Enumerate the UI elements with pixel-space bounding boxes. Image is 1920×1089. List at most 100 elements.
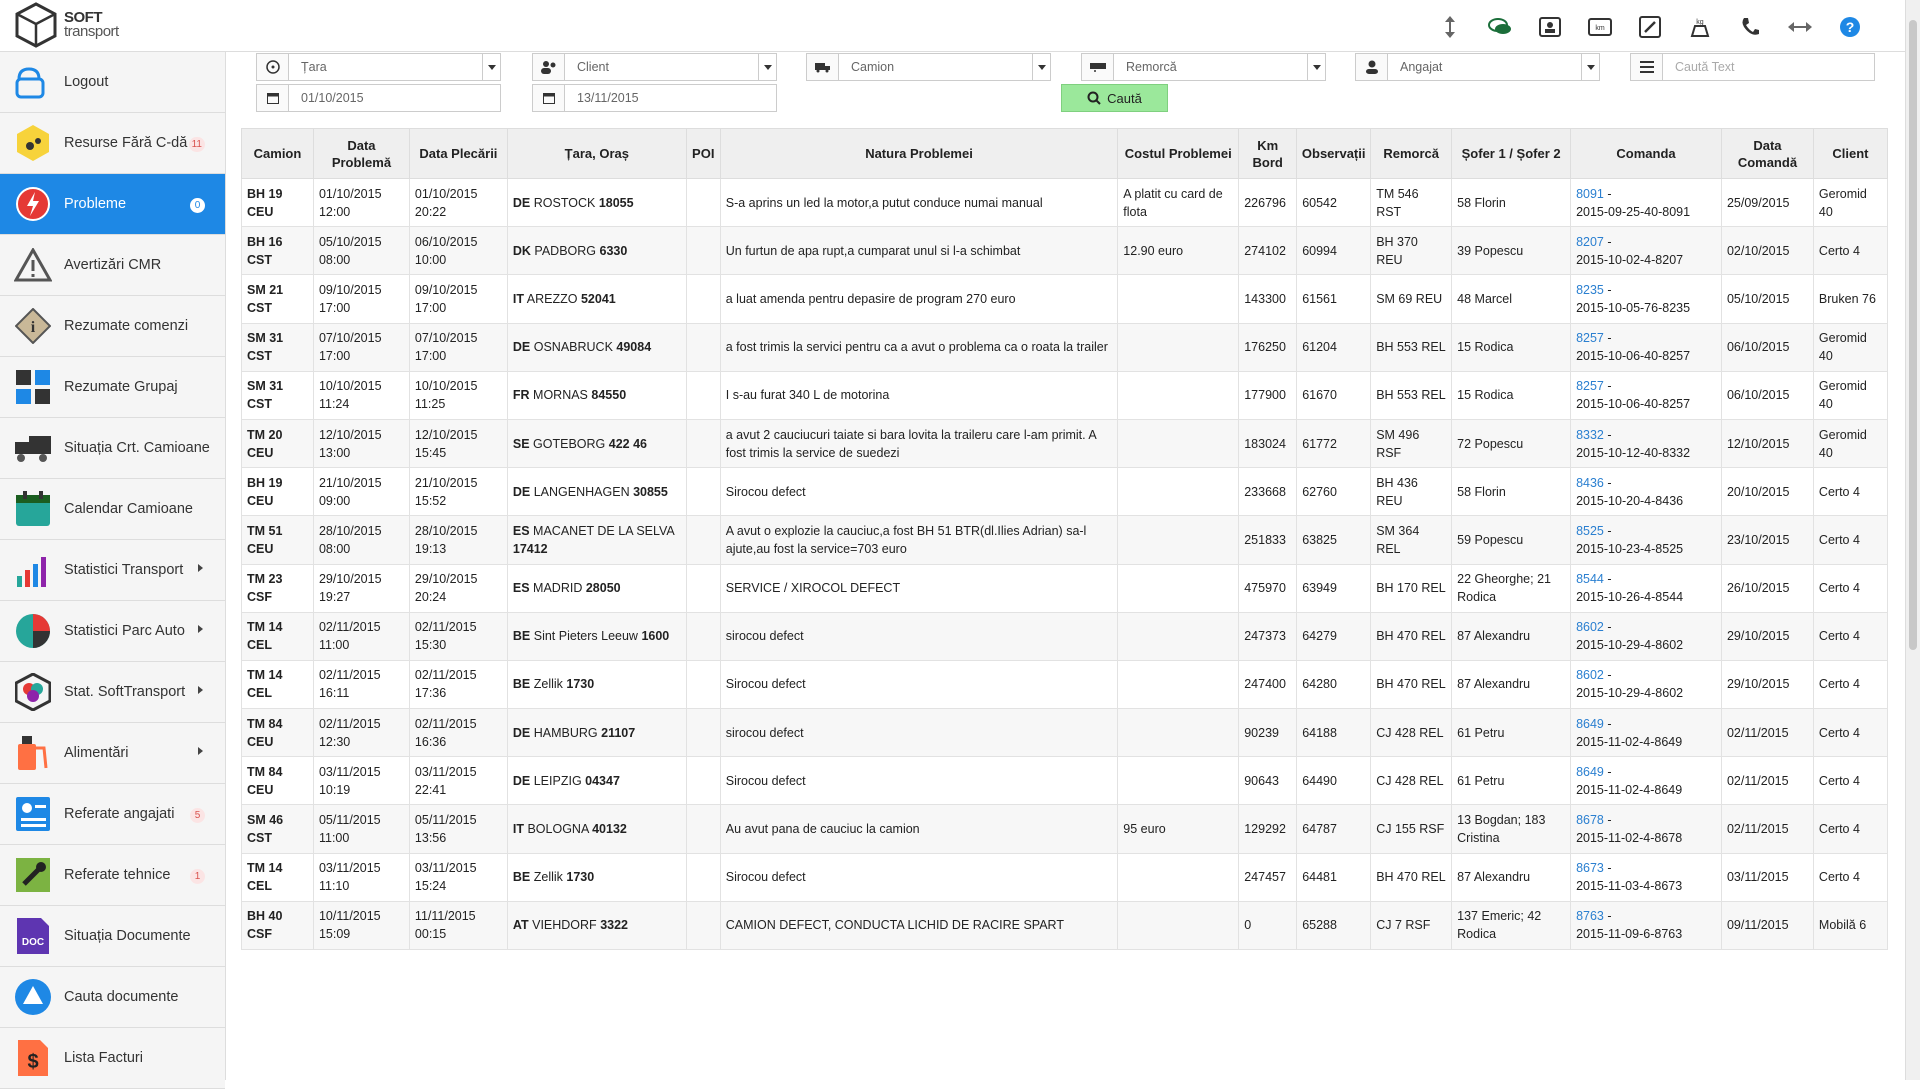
comanda-link[interactable]: 8673: [1576, 861, 1604, 875]
poi-cell: [685, 467, 721, 517]
sidebar-item-drive[interactable]: Cauta documente: [0, 967, 225, 1028]
sidebar-item-fuel[interactable]: Alimentări: [0, 723, 225, 784]
comanda-link[interactable]: 8091: [1576, 187, 1604, 201]
table-row[interactable]: TM 14 CEL 03/11/2015 11:10 03/11/2015 15:2…: [241, 852, 1889, 902]
client-select[interactable]: Client: [532, 53, 777, 81]
column-header[interactable]: Km Bord: [1238, 128, 1298, 179]
column-header[interactable]: Data Comandă: [1720, 128, 1814, 179]
column-header[interactable]: Șofer 1 / Șofer 2: [1451, 128, 1572, 179]
column-header[interactable]: Țara, Oraș: [506, 128, 687, 179]
camion-select[interactable]: Camion: [806, 53, 1051, 81]
chat-icon[interactable]: [1475, 12, 1525, 42]
comanda-link[interactable]: 8678: [1576, 813, 1604, 827]
remorca-select[interactable]: Remorcă: [1081, 53, 1326, 81]
sidebar-item-logout[interactable]: Logout: [0, 52, 225, 113]
table-row[interactable]: BH 40 CSF 10/11/2015 15:09 11/11/2015 00:1…: [241, 900, 1889, 951]
chevron-right-icon[interactable]: [198, 747, 203, 755]
comanda-link[interactable]: 8649: [1576, 765, 1604, 779]
chevron-right-icon[interactable]: [198, 625, 203, 633]
chevron-down-icon[interactable]: [1307, 54, 1325, 80]
chevron-down-icon[interactable]: [1581, 54, 1599, 80]
chevron-down-icon[interactable]: [482, 54, 500, 80]
column-header[interactable]: Client: [1812, 128, 1889, 179]
column-header[interactable]: Camion: [241, 128, 314, 179]
column-header[interactable]: Observații: [1296, 128, 1372, 179]
search-button[interactable]: Caută: [1061, 84, 1168, 112]
chevron-down-icon[interactable]: [1032, 54, 1050, 80]
table-row[interactable]: TM 84 CEU 02/11/2015 12:30 02/11/2015 16:3…: [241, 708, 1889, 758]
comanda-link[interactable]: 8257: [1576, 331, 1604, 345]
table-row[interactable]: SM 46 CST 05/11/2015 11:00 05/11/2015 13:5…: [241, 804, 1889, 854]
comanda-link[interactable]: 8544: [1576, 572, 1604, 586]
comanda-link[interactable]: 8602: [1576, 620, 1604, 634]
location-cell: AT VIEHDORF 3322: [506, 900, 687, 951]
table-row[interactable]: BH 19 CEU 21/10/2015 09:00 21/10/2015 15:5…: [241, 467, 1889, 517]
table-row[interactable]: TM 84 CEU 03/11/2015 10:19 03/11/2015 22:4…: [241, 756, 1889, 806]
date-from-input[interactable]: 01/10/2015: [256, 84, 501, 112]
comanda-link[interactable]: 8235: [1576, 283, 1604, 297]
column-header[interactable]: Data Problemă: [312, 128, 410, 179]
column-header[interactable]: Comanda: [1570, 128, 1722, 179]
km-icon[interactable]: km: [1575, 12, 1625, 42]
sidebar-item-chart[interactable]: Statistici Transport: [0, 540, 225, 601]
tools-icon[interactable]: [1625, 12, 1675, 42]
column-header[interactable]: Data Plecării: [408, 128, 508, 179]
resources-icon: [12, 122, 54, 164]
sidebar-item-doc[interactable]: DOC Situația Documente: [0, 906, 225, 967]
vertical-scrollbar[interactable]: [1905, 0, 1920, 1080]
resize-horizontal-icon[interactable]: [1775, 12, 1825, 42]
client-cell: Certo 4: [1812, 659, 1889, 710]
sidebar-item-document-list[interactable]: Referate angajati 5: [0, 784, 225, 845]
location-cell: DK PADBORG 6330: [506, 226, 687, 276]
sidebar-item-info[interactable]: i Rezumate comenzi: [0, 296, 225, 357]
date-to-input[interactable]: 13/11/2015: [532, 84, 777, 112]
sidebar-item-grid[interactable]: Rezumate Grupaj: [0, 357, 225, 418]
table-row[interactable]: TM 23 CSF 29/10/2015 19:27 29/10/2015 20:2…: [241, 563, 1889, 613]
comanda-link[interactable]: 8332: [1576, 428, 1604, 442]
table-row[interactable]: TM 14 CEL 02/11/2015 16:11 02/11/2015 17:3…: [241, 659, 1889, 710]
comanda-link[interactable]: 8207: [1576, 235, 1604, 249]
resize-vertical-icon[interactable]: [1425, 12, 1475, 42]
sidebar-item-pie[interactable]: Statistici Parc Auto: [0, 601, 225, 662]
angajat-select[interactable]: Angajat: [1355, 53, 1600, 81]
scale-icon[interactable]: kg: [1675, 12, 1725, 42]
sidebar-item-problems[interactable]: Probleme 0: [0, 174, 225, 235]
chevron-down-icon[interactable]: [758, 54, 776, 80]
sidebar-item-hexagon[interactable]: Stat. SoftTransport: [0, 662, 225, 723]
sidebar-item-resources[interactable]: Resurse Fără C-dă 11: [0, 113, 225, 174]
data-problema-cell: 05/11/2015 11:00: [312, 804, 410, 854]
column-header[interactable]: POI: [685, 128, 721, 179]
comanda-link[interactable]: 8257: [1576, 379, 1604, 393]
search-text-input[interactable]: Caută Text: [1630, 53, 1875, 81]
phone-icon[interactable]: [1725, 12, 1775, 42]
app-logo[interactable]: SOFT transport: [14, 2, 119, 48]
table-row[interactable]: BH 16 CST 05/10/2015 08:00 06/10/2015 10:0…: [241, 226, 1889, 276]
sidebar-item-calendar[interactable]: Calendar Camioane: [0, 479, 225, 540]
table-row[interactable]: SM 31 CST 07/10/2015 17:00 07/10/2015 17:0…: [241, 322, 1889, 372]
comanda-link[interactable]: 8649: [1576, 717, 1604, 731]
table-row[interactable]: SM 31 CST 10/10/2015 11:24 10/10/2015 11:2…: [241, 370, 1889, 420]
sidebar-item-warning[interactable]: Avertizări CMR: [0, 235, 225, 296]
column-header[interactable]: Costul Problemei: [1117, 128, 1240, 179]
scrollbar-thumb[interactable]: [1909, 20, 1917, 650]
sidebar-item-wrench[interactable]: Referate tehnice 1: [0, 845, 225, 906]
chevron-right-icon[interactable]: [198, 564, 203, 572]
data-problema-cell: 21/10/2015 09:00: [312, 467, 410, 517]
column-header[interactable]: Natura Problemei: [719, 128, 1119, 179]
comanda-link[interactable]: 8436: [1576, 476, 1604, 490]
comanda-link[interactable]: 8525: [1576, 524, 1604, 538]
table-row[interactable]: TM 14 CEL 02/11/2015 11:00 02/11/2015 15:3…: [241, 611, 1889, 661]
tara-select[interactable]: Țara: [256, 53, 501, 81]
table-row[interactable]: TM 51 CEU 28/10/2015 08:00 28/10/2015 19:1…: [241, 515, 1889, 565]
comanda-link[interactable]: 8602: [1576, 668, 1604, 682]
contact-card-icon[interactable]: [1525, 12, 1575, 42]
column-header[interactable]: Remorcă: [1370, 128, 1453, 179]
chevron-right-icon[interactable]: [198, 686, 203, 694]
table-row[interactable]: BH 19 CEU 01/10/2015 12:00 01/10/2015 20:2…: [241, 177, 1889, 228]
table-row[interactable]: TM 20 CEU 12/10/2015 13:00 12/10/2015 15:4…: [241, 418, 1889, 469]
sidebar-item-truck[interactable]: Situația Crt. Camioane: [0, 418, 225, 479]
table-row[interactable]: SM 21 CST 09/10/2015 17:00 09/10/2015 17:0…: [241, 274, 1889, 324]
help-icon[interactable]: ?: [1825, 12, 1875, 42]
city-name: MACANET DE LA SELVA: [533, 523, 675, 538]
comanda-link[interactable]: 8763: [1576, 909, 1604, 923]
